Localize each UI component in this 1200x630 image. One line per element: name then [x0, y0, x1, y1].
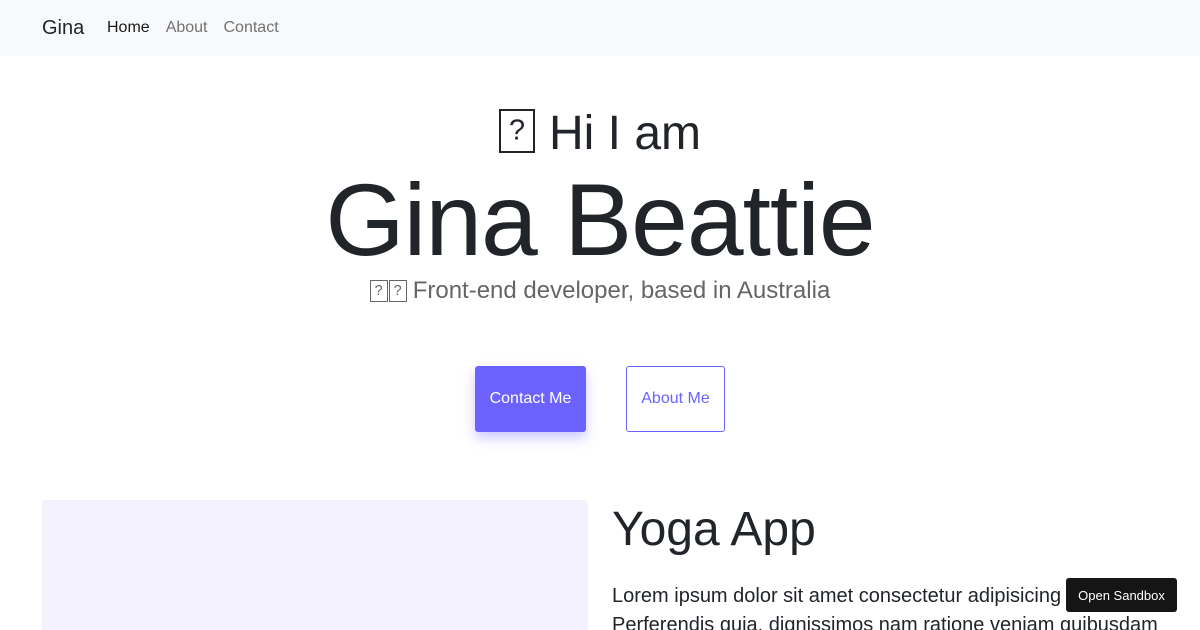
navbar: Gina Home About Contact: [0, 0, 1200, 56]
hero-name: Gina Beattie: [325, 163, 875, 277]
contact-me-button[interactable]: Contact Me: [475, 366, 586, 432]
nav-links: Home About Contact: [107, 17, 295, 39]
nav-link-home[interactable]: Home: [107, 17, 150, 39]
laptop-emoji-icon: [388, 280, 407, 302]
about-me-button[interactable]: About Me: [626, 366, 725, 432]
project-title: Yoga App: [612, 503, 816, 556]
project-image: [42, 500, 588, 630]
wave-emoji-icon: [498, 109, 535, 153]
open-sandbox-button[interactable]: Open Sandbox: [1066, 578, 1177, 612]
brand-link[interactable]: Gina: [42, 16, 84, 40]
page: Gina Home About Contact Hi I am Gina Bea…: [0, 0, 1200, 630]
nav-link-contact[interactable]: Contact: [224, 17, 279, 39]
hero-tagline: Front-end developer, based in Australia: [0, 276, 1200, 306]
greeting-text: Hi I am: [548, 107, 701, 160]
tagline-text: Front-end developer, based in Australia: [412, 277, 831, 304]
woman-emoji-icon: [369, 280, 388, 302]
nav-link-about[interactable]: About: [166, 17, 208, 39]
project-description-line: Perferendis quia, dignissimos nam ration…: [612, 614, 1158, 630]
greeting-heading: Hi I am: [0, 106, 1200, 162]
